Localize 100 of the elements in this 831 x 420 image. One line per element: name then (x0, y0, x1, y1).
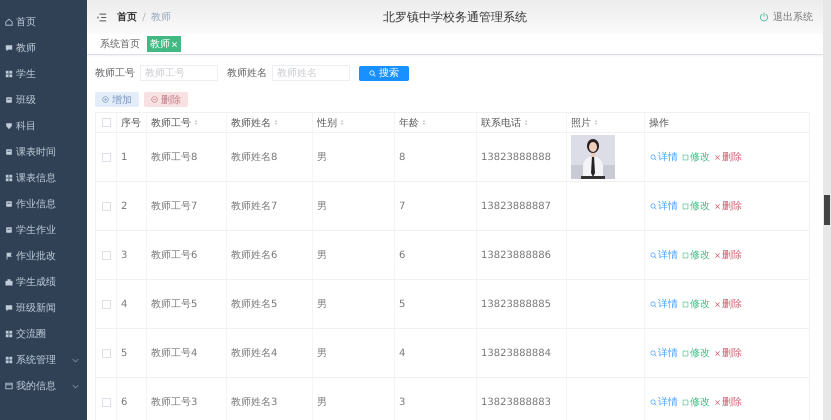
table-cell-text: 教师姓名6 (231, 249, 278, 262)
sidebar-item[interactable]: 首页 (0, 9, 87, 35)
table-cell-text: 教师姓名7 (231, 200, 278, 213)
sidebar-item[interactable]: 交流圈 (0, 321, 87, 347)
table-cell: 4 (399, 348, 406, 358)
sidebar-item[interactable]: 学生作业 (0, 217, 87, 243)
briefcase-icon (5, 278, 13, 286)
search-icon (369, 70, 376, 76)
scrollbar[interactable] (823, 0, 831, 420)
table-cell-text: 教师工号4 (151, 347, 198, 360)
search-icon (650, 154, 657, 160)
delete-link[interactable]: 删除 (713, 150, 743, 164)
sidebar-item[interactable]: 班级 (0, 87, 87, 113)
sidebar-item[interactable]: 学生 (0, 61, 87, 87)
table-cell-text: 教师工号5 (151, 298, 198, 311)
column-header[interactable]: 性别 (317, 116, 344, 130)
field-label: 教师工号 (95, 67, 135, 80)
search-icon (650, 202, 657, 210)
sidebar-item[interactable]: 作业批改 (0, 243, 87, 269)
table-cell: 5 (399, 298, 406, 310)
table-cell-text: 教师工号6 (151, 249, 198, 262)
checkbox[interactable] (102, 250, 110, 260)
table-cell-text: 教师姓名5 (231, 298, 278, 311)
grid-icon (5, 330, 13, 338)
close-icon (714, 154, 721, 160)
grid-icon (5, 70, 13, 78)
checkbox[interactable] (102, 202, 110, 210)
field-label: 教师姓名 (227, 67, 267, 80)
power-icon (759, 12, 769, 22)
sidebar-item[interactable]: 学生成绩 (0, 269, 87, 295)
logout-button[interactable]: 退出系统 (759, 10, 813, 24)
plus-circle-icon (102, 96, 109, 103)
edit-icon (682, 202, 689, 210)
sidebar-item[interactable]: 系统管理 (0, 347, 87, 373)
delete-link[interactable]: 删除 (713, 346, 743, 360)
delete-link[interactable]: 删除 (713, 199, 743, 213)
sidebar-item[interactable]: 科目 (0, 113, 87, 139)
table-cell: 13823888887 (481, 200, 551, 212)
sidebar-item[interactable]: 作业信息 (0, 191, 87, 217)
checkbox[interactable] (102, 348, 110, 358)
checkbox[interactable] (102, 398, 110, 406)
close-icon (714, 398, 721, 406)
close-icon[interactable] (171, 40, 178, 48)
table-cell: 6 (399, 250, 406, 260)
column-header[interactable]: 年龄 (399, 116, 426, 130)
delete-link[interactable]: 删除 (713, 297, 743, 311)
search-icon (650, 398, 657, 406)
sort-icon[interactable] (594, 119, 598, 126)
table-cell: 2 (121, 200, 128, 212)
column-header[interactable]: 照片 (571, 116, 598, 130)
edit-icon (682, 252, 689, 258)
sidebar-item[interactable]: 我的信息 (0, 373, 87, 399)
search-icon (650, 252, 657, 258)
edit-icon (682, 154, 689, 160)
table-cell: 1 (121, 152, 128, 162)
checkbox[interactable] (102, 300, 110, 308)
breadcrumb-item[interactable]: 首页 (117, 10, 137, 24)
delete-link[interactable]: 删除 (713, 248, 743, 262)
checkbox[interactable] (102, 118, 110, 127)
sidebar-item[interactable]: 课表信息 (0, 165, 87, 191)
sort-icon[interactable] (194, 119, 198, 126)
column-header[interactable]: 联系电话 (481, 116, 528, 130)
breadcrumb-item: 教师 (151, 11, 171, 24)
sort-icon[interactable] (340, 119, 344, 126)
window-icon (5, 382, 13, 390)
search-button[interactable]: 搜索 (359, 66, 409, 80)
scrollbar-thumb[interactable] (824, 195, 830, 225)
table-cell: 13823888888 (481, 152, 551, 162)
column-header[interactable]: 教师工号 (151, 116, 198, 130)
table-cell-text: 教师工号7 (151, 200, 198, 213)
checkbox[interactable] (102, 152, 110, 162)
table-cell-text: 教师姓名8 (231, 151, 278, 164)
search-icon (650, 350, 657, 356)
sidebar-item[interactable]: 教师 (0, 35, 87, 61)
menu-icon[interactable] (97, 12, 107, 22)
edit-icon (682, 398, 689, 406)
table-cell-text: 男 (317, 200, 327, 213)
table-cell-text: 男 (317, 347, 327, 360)
table-cell-text: 教师姓名4 (231, 347, 278, 360)
sort-icon[interactable] (422, 119, 426, 126)
table-cell: 13823888884 (481, 348, 551, 358)
column-header[interactable]: 教师姓名 (231, 116, 278, 130)
tab[interactable]: 系统首页 (97, 36, 143, 52)
table-cell: 13823888885 (481, 298, 551, 310)
breadcrumb-separator (142, 12, 146, 22)
sidebar-item[interactable]: 班级新闻 (0, 295, 87, 321)
table-cell: 7 (399, 200, 406, 212)
sidebar-item[interactable]: 课表时间 (0, 139, 87, 165)
sort-icon[interactable] (274, 119, 278, 126)
table-cell-text: 男 (317, 151, 327, 164)
table-cell-text: 教师工号3 (151, 396, 198, 409)
home-icon (5, 18, 13, 26)
table-cell-text: 男 (317, 298, 327, 311)
table-cell-text: 教师姓名3 (231, 396, 278, 409)
delete-link[interactable]: 删除 (713, 395, 743, 409)
table-cell: 3 (121, 250, 128, 260)
close-icon (714, 350, 721, 356)
sort-icon[interactable] (524, 119, 528, 126)
edit-icon (682, 350, 689, 356)
close-icon (714, 202, 721, 210)
